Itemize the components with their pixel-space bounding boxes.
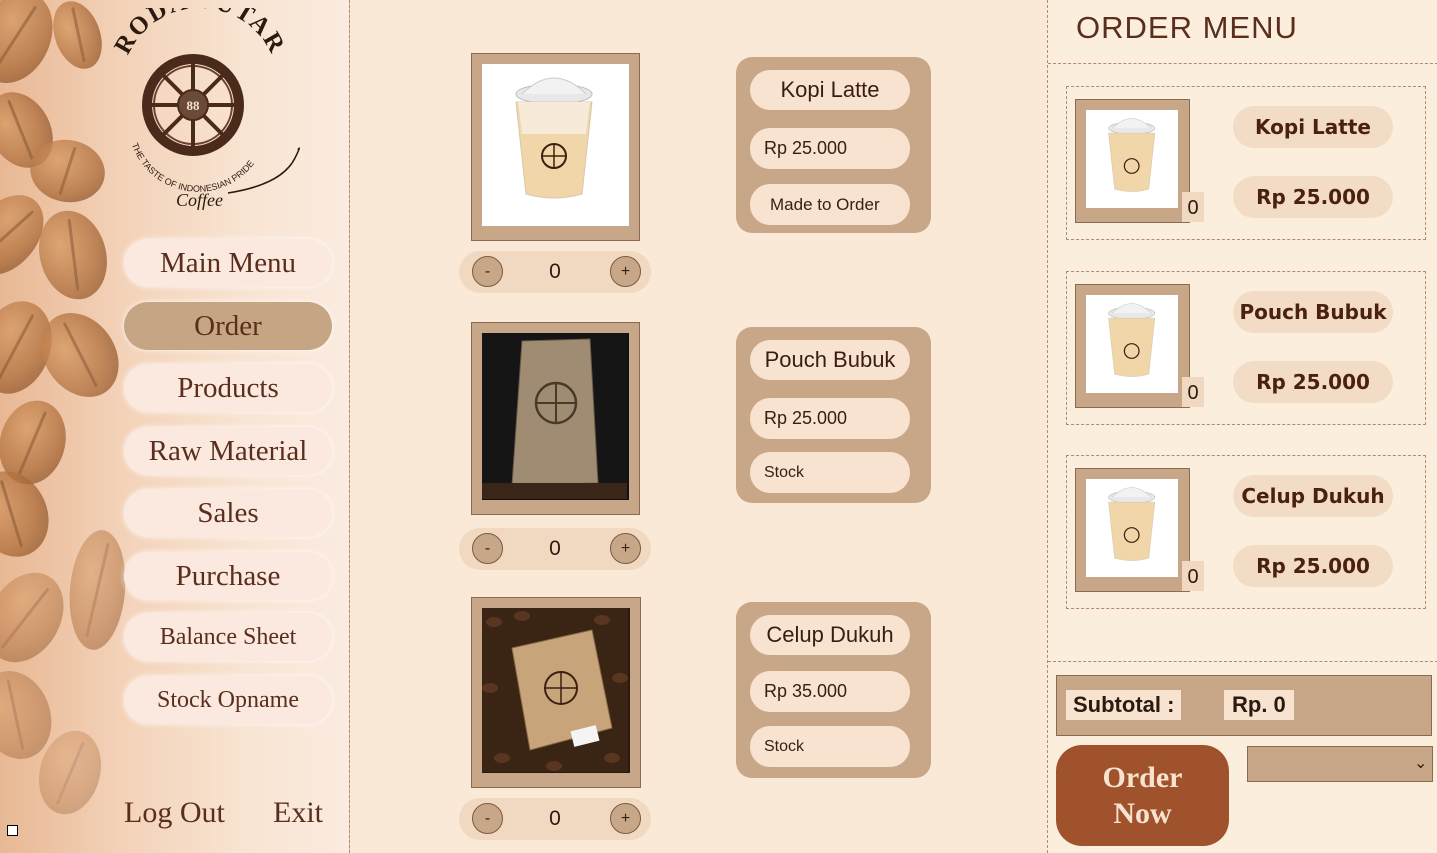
coffee-box-image: [482, 608, 630, 773]
order-item-image-frame: [1075, 284, 1190, 408]
increment-button[interactable]: +: [610, 256, 641, 287]
nav-stock-opname[interactable]: Stock Opname: [124, 676, 332, 724]
product-price: Rp 25.000: [750, 398, 910, 439]
order-item: 0 Celup Dukuh Rp 25.000: [1066, 455, 1426, 609]
divider: [1048, 661, 1437, 662]
product-name: Celup Dukuh: [750, 615, 910, 655]
subtotal-box: Subtotal : Rp. 0: [1056, 675, 1432, 736]
quantity-stepper: - 0 +: [459, 528, 651, 570]
order-item-price: Rp 25.000: [1233, 545, 1393, 587]
chevron-down-icon: ⌄: [1414, 755, 1428, 772]
product-card: Celup Dukuh Rp 35.000 Stock: [736, 602, 931, 778]
order-now-button[interactable]: Order Now: [1056, 745, 1229, 846]
order-item: 0 Pouch Bubuk Rp 25.000: [1066, 271, 1426, 425]
order-item-image-frame: [1075, 99, 1190, 223]
order-item-name: Pouch Bubuk: [1233, 291, 1393, 333]
iced-coffee-cup-image: [1086, 479, 1178, 577]
product-image-frame: [471, 53, 640, 241]
nav-sales[interactable]: Sales: [124, 489, 332, 537]
product-status: Made to Order: [750, 184, 910, 225]
brand-logo: RODA PUTAR 88 THE TASTE OF INDONESIAN PR…: [109, 0, 310, 218]
svg-text:RODA PUTAR: RODA PUTAR: [110, 8, 291, 59]
product-image-frame: [471, 597, 641, 788]
divider: [1048, 63, 1437, 64]
product-card: Pouch Bubuk Rp 25.000 Stock: [736, 327, 931, 503]
order-item-qty: 0: [1182, 561, 1204, 591]
coffee-bean-decoration: [0, 558, 80, 677]
increment-button[interactable]: +: [610, 533, 641, 564]
nav-main-menu[interactable]: Main Menu: [124, 239, 332, 287]
product-card: Kopi Latte Rp 25.000 Made to Order: [736, 57, 931, 233]
coffee-pouch-image: [482, 333, 629, 500]
order-menu-title: ORDER MENU: [1076, 10, 1298, 45]
svg-text:Coffee: Coffee: [176, 190, 223, 210]
logout-link[interactable]: Log Out: [124, 796, 225, 830]
order-item-price: Rp 25.000: [1233, 176, 1393, 218]
sidebar: RODA PUTAR 88 THE TASTE OF INDONESIAN PR…: [0, 0, 350, 853]
product-name: Kopi Latte: [750, 70, 910, 110]
nav-purchase[interactable]: Purchase: [124, 552, 332, 600]
product-status: Stock: [750, 452, 910, 493]
product-status: Stock: [750, 726, 910, 767]
iced-coffee-cup-image: [482, 64, 629, 226]
coffee-bean-decoration: [64, 527, 131, 653]
product-image-frame: [471, 322, 640, 515]
order-item-price: Rp 25.000: [1233, 361, 1393, 403]
nav-balance-sheet[interactable]: Balance Sheet: [124, 613, 332, 661]
subtotal-value: Rp. 0: [1224, 690, 1294, 720]
quantity-stepper: - 0 +: [459, 798, 651, 840]
resize-handle[interactable]: [7, 825, 18, 836]
order-item-qty: 0: [1182, 192, 1204, 222]
order-item-qty: 0: [1182, 377, 1204, 407]
order-item: 0 Kopi Latte Rp 25.000: [1066, 86, 1426, 240]
payment-dropdown[interactable]: ⌄: [1247, 746, 1433, 782]
order-panel: ORDER MENU 0 Kopi Latte Rp 25.000 0 Pouc…: [1047, 0, 1437, 853]
quantity-stepper: - 0 +: [459, 251, 651, 293]
order-item-name: Kopi Latte: [1233, 106, 1393, 148]
iced-coffee-cup-image: [1086, 110, 1178, 208]
product-list: - 0 + Kopi Latte Rp 25.000 Made to Order…: [350, 0, 1047, 853]
product-name: Pouch Bubuk: [750, 340, 910, 380]
nav-order[interactable]: Order: [124, 302, 332, 350]
subtotal-label: Subtotal :: [1066, 690, 1182, 720]
svg-text:88: 88: [187, 98, 201, 113]
exit-link[interactable]: Exit: [273, 796, 323, 830]
order-item-image-frame: [1075, 468, 1190, 592]
order-item-name: Celup Dukuh: [1233, 475, 1393, 517]
product-price: Rp 25.000: [750, 128, 910, 169]
product-price: Rp 35.000: [750, 671, 910, 712]
nav-products[interactable]: Products: [124, 364, 332, 412]
increment-button[interactable]: +: [610, 803, 641, 834]
coffee-bean-decoration: [44, 0, 111, 76]
nav-raw-material[interactable]: Raw Material: [124, 427, 332, 475]
iced-coffee-cup-image: [1086, 295, 1178, 393]
